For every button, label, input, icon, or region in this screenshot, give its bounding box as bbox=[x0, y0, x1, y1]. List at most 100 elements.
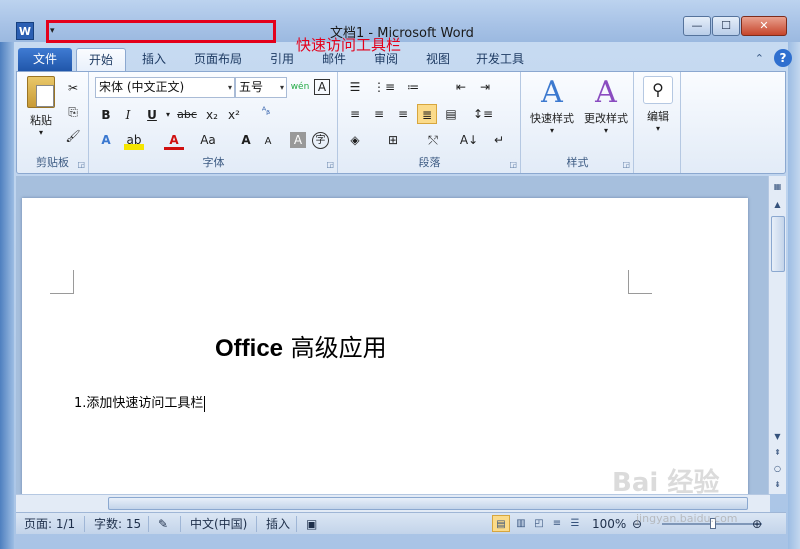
change-case-button[interactable]: Aa bbox=[194, 130, 222, 150]
phonetic-guide-icon[interactable]: wén bbox=[290, 77, 310, 97]
document-line-1[interactable]: 1.添加快速访问工具栏 bbox=[74, 392, 206, 412]
quick-styles-button[interactable]: A 快速样式 ▾ bbox=[526, 76, 578, 136]
change-styles-icon: A bbox=[595, 75, 617, 110]
full-screen-reading-icon[interactable]: ▥ bbox=[512, 515, 530, 532]
tab-mailings[interactable]: 邮件 bbox=[312, 48, 356, 72]
paste-button[interactable]: 粘贴 ▾ bbox=[23, 76, 59, 137]
tab-references[interactable]: 引用 bbox=[260, 48, 304, 72]
decrease-indent-icon[interactable]: ⇤ bbox=[451, 77, 471, 97]
align-left-icon[interactable]: ≡ bbox=[345, 104, 365, 124]
enclosed-char-icon[interactable]: 字 bbox=[312, 132, 329, 149]
multilevel-list-icon[interactable]: ≔ bbox=[403, 77, 423, 97]
char-shading-icon[interactable]: A bbox=[290, 132, 306, 148]
font-name-combo[interactable]: 宋体 (中文正文) ▾ bbox=[95, 77, 235, 98]
bold-button[interactable]: B bbox=[96, 105, 116, 125]
group-font: 宋体 (中文正文) ▾ 五号 ▾ wén A B I U ▾ abc x₂ x² ᴬ… bbox=[90, 72, 338, 173]
status-insert-mode[interactable]: 插入 bbox=[266, 516, 290, 532]
tab-review[interactable]: 审阅 bbox=[364, 48, 408, 72]
tab-file[interactable]: 文件 bbox=[18, 48, 72, 72]
status-word-count[interactable]: 字数: 15 bbox=[94, 516, 141, 532]
shading-icon[interactable]: ◈ bbox=[345, 130, 365, 150]
align-right-icon[interactable]: ≡ bbox=[393, 104, 413, 124]
vertical-scrollbar[interactable]: ▦ ▲ ▼ ⇞ ○ ⇟ bbox=[768, 176, 786, 494]
clear-format-icon[interactable]: ᴬᵦ bbox=[256, 102, 276, 122]
font-size-combo[interactable]: 五号 ▾ bbox=[235, 77, 287, 98]
superscript-button[interactable]: x² bbox=[224, 105, 244, 125]
macro-record-icon[interactable]: ▣ bbox=[306, 516, 317, 532]
distributed-icon[interactable]: ▤ bbox=[441, 104, 461, 124]
minimize-ribbon-icon[interactable]: ⌃ bbox=[755, 52, 764, 65]
quick-styles-label: 快速样式 bbox=[530, 112, 574, 125]
font-color-icon[interactable]: A bbox=[164, 130, 184, 150]
margin-corner-top-left bbox=[50, 270, 74, 294]
baidu-watermark: Bai 经验 bbox=[612, 468, 720, 498]
increase-indent-icon[interactable]: ⇥ bbox=[475, 77, 495, 97]
italic-button[interactable]: I bbox=[118, 105, 138, 125]
clipboard-launcher-icon[interactable]: ◲ bbox=[77, 160, 85, 169]
next-page-icon[interactable]: ⇟ bbox=[769, 478, 786, 492]
maximize-button[interactable]: ☐ bbox=[712, 16, 740, 36]
word-app-icon[interactable]: W bbox=[16, 22, 34, 40]
cut-icon[interactable]: ✂ bbox=[63, 78, 83, 98]
draft-view-icon[interactable]: ☰ bbox=[566, 515, 584, 532]
zoom-in-icon[interactable]: ⊕ bbox=[752, 516, 762, 532]
char-border-icon[interactable]: A bbox=[314, 79, 330, 95]
prev-page-icon[interactable]: ⇞ bbox=[769, 446, 786, 460]
browse-object-icon[interactable]: ○ bbox=[769, 462, 786, 476]
tab-home[interactable]: 开始 bbox=[76, 48, 126, 72]
format-painter-icon[interactable]: 🖌 bbox=[63, 126, 83, 146]
ruler-toggle-icon[interactable]: ▦ bbox=[769, 180, 786, 194]
numbering-icon[interactable]: ⋮≡ bbox=[373, 77, 395, 97]
copy-icon[interactable]: ⎘ bbox=[63, 102, 83, 122]
tab-developer[interactable]: 开发工具 bbox=[468, 48, 532, 72]
align-center-icon[interactable]: ≡ bbox=[369, 104, 389, 124]
status-separator bbox=[296, 516, 297, 532]
styles-launcher-icon[interactable]: ◲ bbox=[622, 160, 630, 169]
sort-icon[interactable]: A↓ bbox=[459, 130, 479, 150]
font-size-dropdown-icon: ▾ bbox=[279, 83, 284, 92]
close-button[interactable]: ✕ bbox=[741, 16, 787, 36]
scroll-up-icon[interactable]: ▲ bbox=[769, 198, 786, 212]
window-right-edge bbox=[788, 42, 800, 549]
minimize-button[interactable]: — bbox=[683, 16, 711, 36]
status-page[interactable]: 页面: 1/1 bbox=[24, 516, 75, 532]
qat-highlight-box bbox=[46, 20, 276, 43]
font-launcher-icon[interactable]: ◲ bbox=[326, 160, 334, 169]
chinese-layout-icon[interactable]: ⤲ bbox=[423, 130, 443, 150]
title-bar: W ▾ 快速访问工具栏 文档1 - Microsoft Word — ☐ ✕ bbox=[0, 0, 800, 54]
baidu-watermark-url: jingyan.baidu.com bbox=[636, 512, 738, 525]
line-spacing-icon[interactable]: ↕≡ bbox=[473, 104, 493, 124]
grow-font-button[interactable]: A bbox=[236, 130, 256, 150]
show-marks-icon[interactable]: ↵ bbox=[489, 130, 509, 150]
help-icon[interactable]: ? bbox=[774, 49, 792, 67]
web-layout-icon[interactable]: ◰ bbox=[530, 515, 548, 532]
heading-latin: Office bbox=[215, 335, 284, 362]
borders-icon[interactable]: ⊞ bbox=[383, 130, 403, 150]
justify-icon[interactable]: ≣ bbox=[417, 104, 437, 124]
ribbon-tabs: 文件 开始 插入 页面布局 引用 邮件 审阅 视图 开发工具 ⌃ ? bbox=[0, 44, 800, 72]
subscript-button[interactable]: x₂ bbox=[202, 105, 222, 125]
change-styles-dropdown-icon: ▾ bbox=[603, 126, 608, 135]
status-language[interactable]: 中文(中国) bbox=[190, 516, 247, 532]
change-styles-button[interactable]: A 更改样式 ▾ bbox=[580, 75, 632, 136]
editing-button[interactable]: ⚲ 编辑 ▾ bbox=[639, 76, 677, 133]
paragraph-launcher-icon[interactable]: ◲ bbox=[509, 160, 517, 169]
quick-styles-dropdown-icon: ▾ bbox=[549, 126, 554, 135]
vertical-scroll-thumb[interactable] bbox=[771, 216, 785, 272]
zoom-level[interactable]: 100% bbox=[592, 516, 626, 532]
strikethrough-button[interactable]: abc bbox=[174, 105, 200, 125]
document-heading[interactable]: Office 高级应用 bbox=[215, 328, 387, 363]
scroll-down-icon[interactable]: ▼ bbox=[769, 430, 786, 444]
status-separator bbox=[256, 516, 257, 532]
shrink-font-button[interactable]: A bbox=[258, 132, 278, 152]
tab-view[interactable]: 视图 bbox=[416, 48, 460, 72]
ribbon: 粘贴 ▾ ✂ ⎘ 🖌 剪贴板 ◲ 宋体 (中文正文) ▾ 五号 ▾ wén A B … bbox=[16, 71, 786, 174]
proofing-icon[interactable]: ✎ bbox=[158, 516, 168, 532]
tab-page-layout[interactable]: 页面布局 bbox=[186, 48, 250, 72]
text-effect-icon[interactable]: A bbox=[96, 130, 116, 150]
bullets-icon[interactable]: ☰ bbox=[345, 77, 365, 97]
print-layout-icon[interactable]: ▤ bbox=[492, 515, 510, 532]
outline-view-icon[interactable]: ≡ bbox=[548, 515, 566, 532]
tab-insert[interactable]: 插入 bbox=[132, 48, 176, 72]
highlight-icon[interactable]: ab bbox=[124, 130, 144, 150]
